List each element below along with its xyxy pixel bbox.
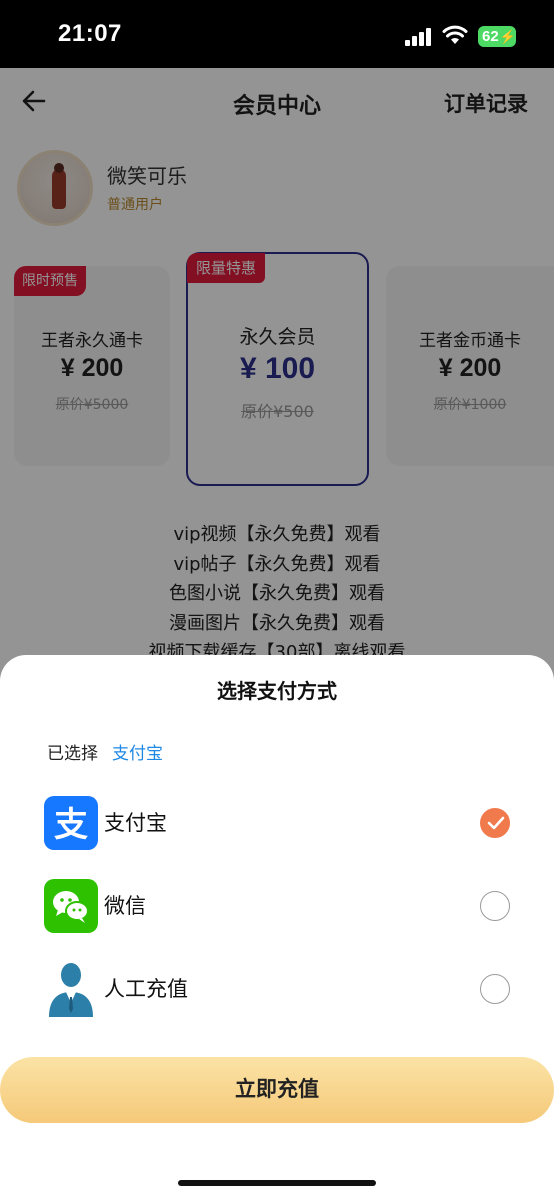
status-time: 21:07 xyxy=(58,20,122,47)
battery-level: 62 xyxy=(482,28,499,45)
wechat-icon xyxy=(44,879,98,933)
payment-option-label: 支付宝 xyxy=(104,811,167,835)
sheet-title: 选择支付方式 xyxy=(217,679,337,703)
selected-method-row: 已选择 支付宝 xyxy=(47,739,163,764)
payment-sheet: 选择支付方式 已选择 支付宝 支 支付宝 微信 人工充值 立即充值 xyxy=(0,655,554,1200)
signal-icon xyxy=(405,28,433,46)
payment-option-label: 微信 xyxy=(104,894,146,918)
wifi-icon xyxy=(442,25,468,44)
radio-unchecked[interactable] xyxy=(480,974,510,1004)
svg-text:支: 支 xyxy=(54,805,88,845)
radio-unchecked[interactable] xyxy=(480,891,510,921)
home-indicator xyxy=(178,1180,376,1186)
selected-value: 支付宝 xyxy=(112,744,163,764)
status-bar: 21:07 62 ⚡ xyxy=(0,0,554,68)
recharge-button[interactable]: 立即充值 xyxy=(0,1057,554,1123)
check-icon xyxy=(487,816,505,830)
payment-option-wechat[interactable]: 微信 xyxy=(0,876,554,936)
battery-icon: 62 ⚡ xyxy=(478,26,516,47)
payment-option-alipay[interactable]: 支 支付宝 xyxy=(0,793,554,853)
selected-label: 已选择 xyxy=(47,744,98,764)
radio-checked[interactable] xyxy=(480,808,510,838)
customer-service-icon xyxy=(46,961,96,1017)
payment-option-label: 人工充值 xyxy=(104,977,188,1001)
alipay-icon: 支 xyxy=(44,796,98,850)
payment-option-manual[interactable]: 人工充值 xyxy=(0,959,554,1019)
